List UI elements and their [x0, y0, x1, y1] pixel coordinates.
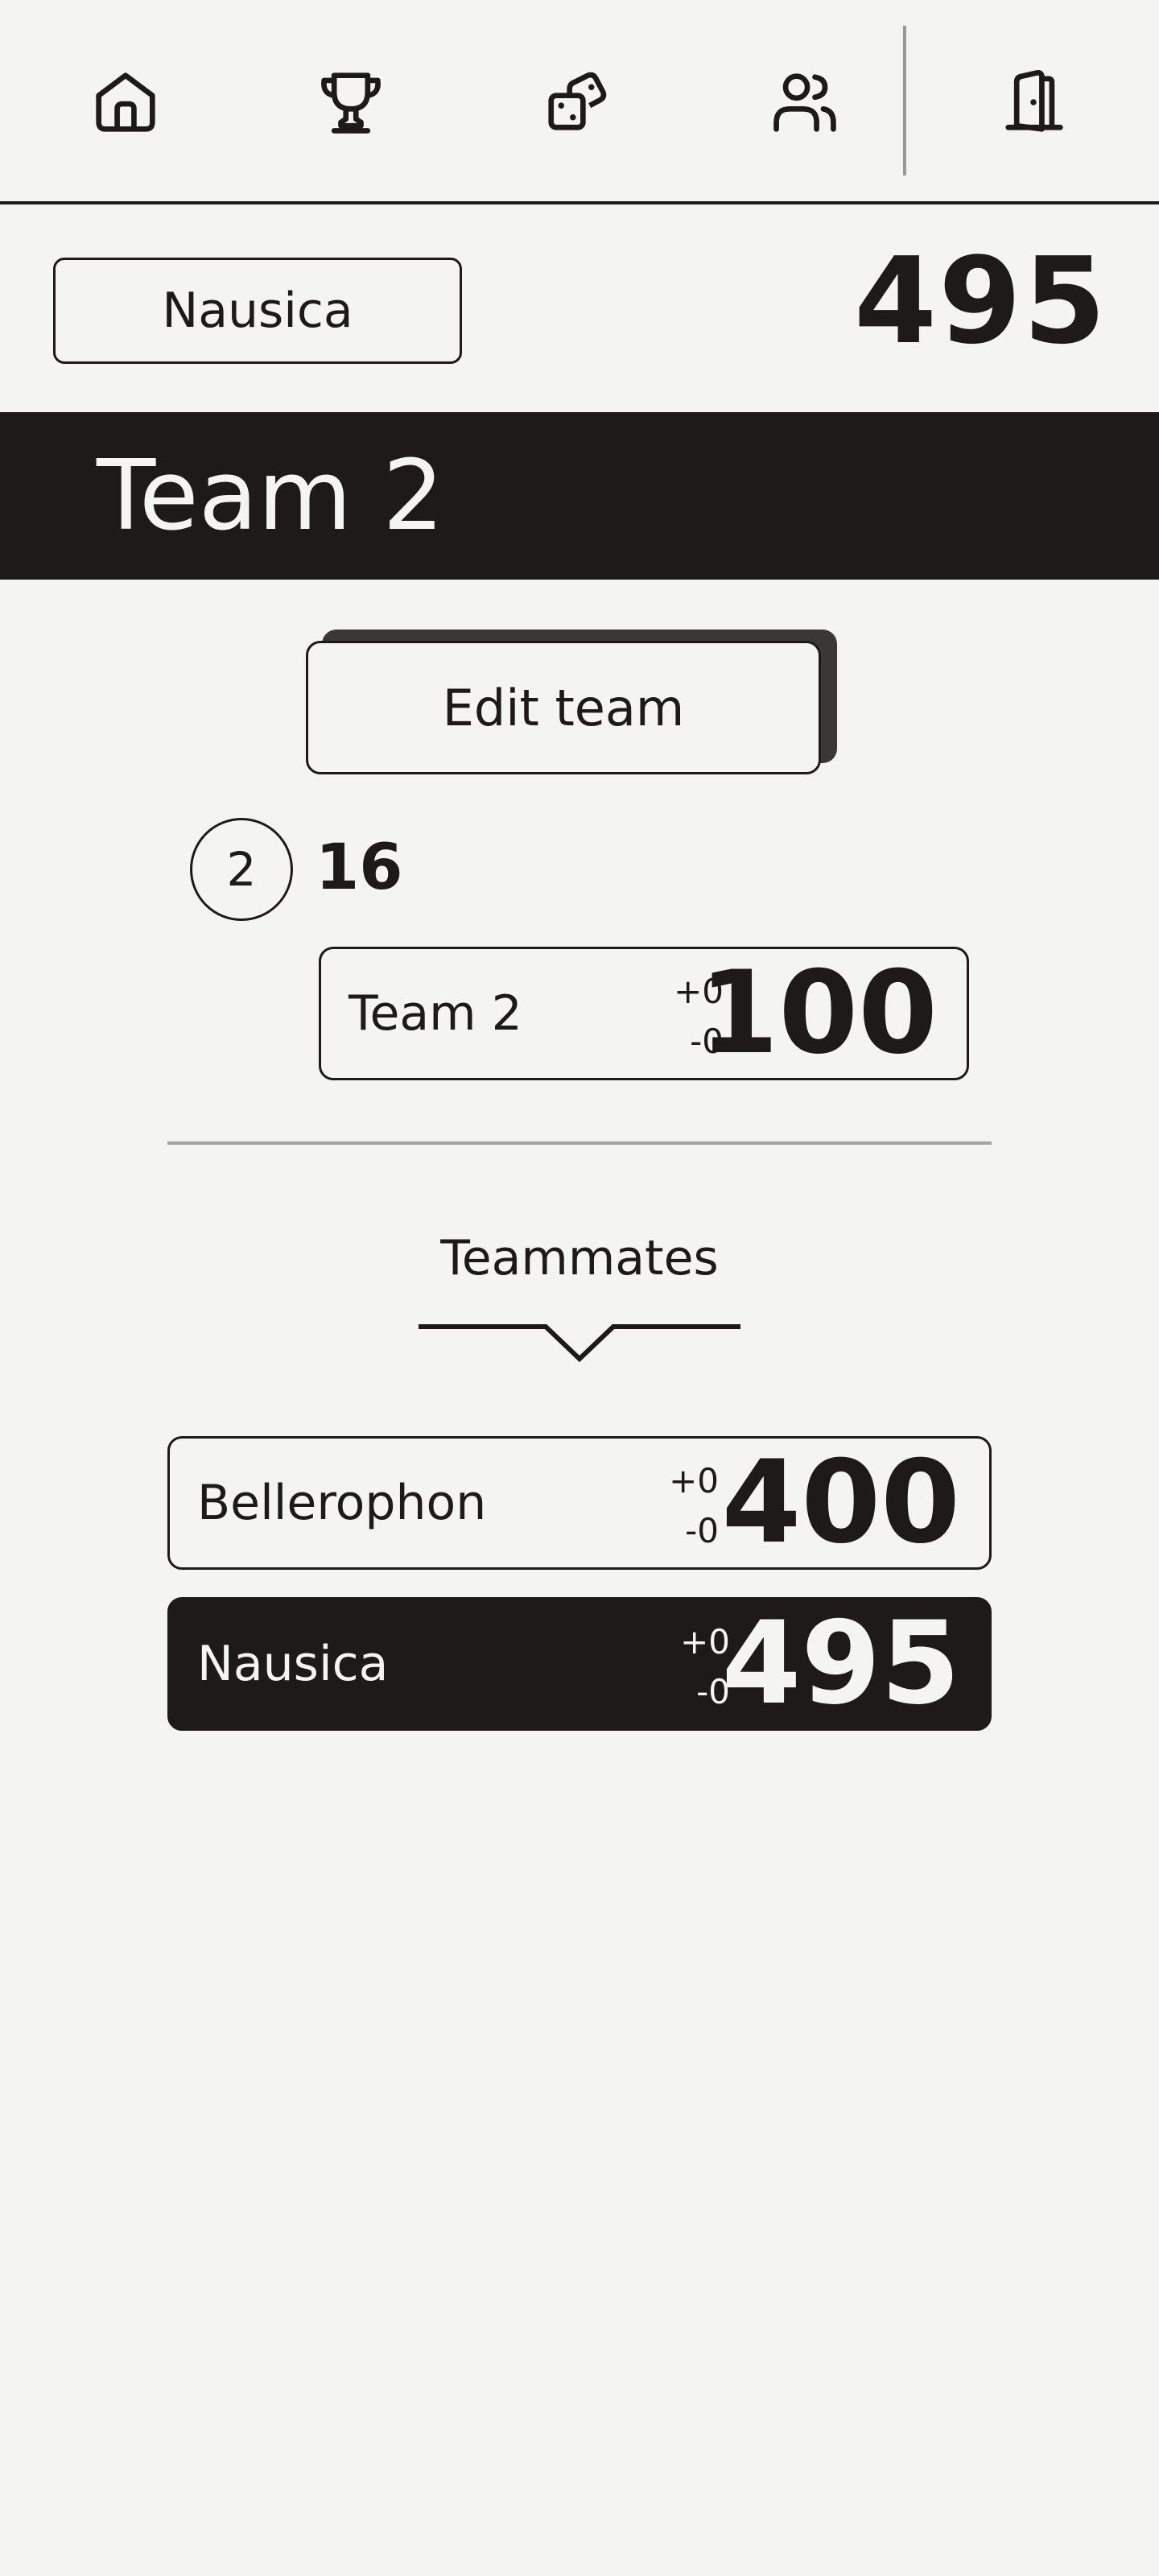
home-button[interactable]	[77, 54, 174, 151]
teammates-heading: Teammates	[440, 1230, 719, 1286]
current-player-score: 495	[854, 232, 1107, 370]
team-score-card[interactable]: Team 2 +0 -0 100	[319, 947, 969, 1080]
teammates-toggle[interactable]: Teammates	[419, 1230, 740, 1286]
team-rank-badge: 2	[190, 818, 293, 921]
current-player-chip[interactable]: Nausica	[53, 258, 462, 364]
exit-button[interactable]	[985, 54, 1082, 151]
current-player-name: Nausica	[162, 283, 353, 339]
top-navigation	[0, 0, 1159, 204]
teammate-name: Bellerophon	[197, 1475, 487, 1531]
team-banner: Team 2	[0, 412, 1159, 580]
teammate-card-current[interactable]: Nausica +0 -0 495	[167, 1597, 992, 1731]
team-title: Team 2	[97, 440, 444, 552]
edit-team-label: Edit team	[442, 678, 685, 737]
team-card-name: Team 2	[349, 985, 522, 1042]
teams-button[interactable]	[757, 54, 853, 151]
team-rank: 2	[226, 842, 257, 897]
teammate-score: 400	[721, 1436, 960, 1569]
dice-icon	[548, 72, 607, 130]
teammate-name: Nausica	[197, 1636, 389, 1692]
teammate-plus: +0	[669, 1461, 719, 1501]
chevron-down-icon	[419, 1324, 740, 1363]
team-card-score: 100	[699, 947, 938, 1080]
teammate-minus: -0	[685, 1511, 719, 1550]
home-icon	[96, 72, 155, 132]
edit-team-button[interactable]: Edit team	[306, 641, 821, 774]
games-button[interactable]	[528, 54, 625, 151]
users-icon	[773, 73, 836, 132]
team-points: 16	[316, 832, 403, 904]
teammate-delta: +0 -0	[669, 1456, 719, 1556]
teammate-score: 495	[721, 1597, 960, 1730]
trophy-icon	[321, 72, 381, 134]
nav-divider	[903, 26, 906, 175]
leaderboard-button[interactable]	[303, 54, 399, 151]
section-divider	[167, 1141, 992, 1145]
teammate-card[interactable]: Bellerophon +0 -0 400	[167, 1436, 992, 1570]
door-exit-icon	[1005, 70, 1063, 132]
